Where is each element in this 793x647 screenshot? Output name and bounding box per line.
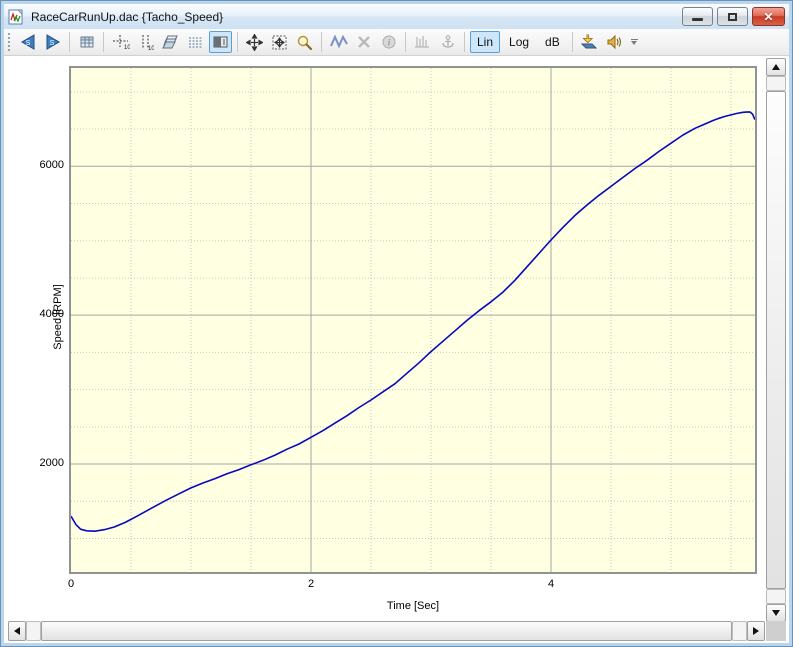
vertical-scroll-thumb[interactable] bbox=[766, 91, 786, 589]
toolbar-separator bbox=[103, 32, 104, 52]
delete-cross-icon bbox=[356, 34, 372, 50]
close-icon: ✕ bbox=[763, 11, 773, 23]
toolbar: S S 10 bbox=[4, 29, 789, 56]
wave-icon bbox=[330, 34, 348, 50]
waveform-document-icon bbox=[8, 9, 25, 25]
scroll-left-button[interactable] bbox=[8, 621, 26, 641]
scroll-down-button[interactable] bbox=[766, 604, 786, 622]
zoom-window-button[interactable] bbox=[268, 31, 291, 53]
x-axis-label: Time [Sec] bbox=[69, 600, 757, 612]
info-icon: i bbox=[381, 34, 397, 50]
toolbar-overflow-button[interactable] bbox=[631, 39, 638, 45]
dashed-lines-icon bbox=[188, 34, 204, 50]
x-tick-label: 0 bbox=[56, 578, 86, 590]
x-tick-label: 2 bbox=[296, 578, 326, 590]
toolbar-separator bbox=[321, 32, 322, 52]
y-tick-label: 6000 bbox=[16, 159, 64, 171]
horizontal-cursor-button[interactable]: 10 bbox=[109, 31, 132, 53]
play-forward-s-icon: S bbox=[44, 34, 62, 50]
log-scale-button[interactable]: Log bbox=[502, 31, 536, 53]
zoom-full-button[interactable] bbox=[243, 31, 266, 53]
anchor-icon bbox=[440, 34, 456, 50]
scroll-right-button[interactable] bbox=[747, 621, 765, 641]
info-button[interactable]: i bbox=[377, 31, 400, 53]
toolbar-separator bbox=[572, 32, 573, 52]
scroll-track[interactable] bbox=[766, 589, 786, 604]
invert-background-button[interactable] bbox=[209, 31, 232, 53]
play-forward-button[interactable]: S bbox=[41, 31, 64, 53]
horizontal-scroll-thumb[interactable] bbox=[41, 621, 732, 641]
app-window: RaceCarRunUp.dac {Tacho_Speed} ✕ S S bbox=[0, 0, 793, 647]
toolbar-separator bbox=[405, 32, 406, 52]
arrow-left-icon bbox=[14, 627, 20, 635]
play-sound-button[interactable] bbox=[603, 31, 626, 53]
y-tick-label: 2000 bbox=[16, 457, 64, 469]
zoom-box-icon bbox=[271, 34, 288, 51]
toolbar-separator bbox=[464, 32, 465, 52]
restore-icon bbox=[728, 13, 737, 21]
toolbar-separator bbox=[69, 32, 70, 52]
expand-arrows-icon bbox=[246, 34, 263, 51]
scroll-track[interactable] bbox=[732, 621, 747, 641]
overlay-layers-icon bbox=[162, 34, 179, 50]
restore-button[interactable] bbox=[717, 7, 748, 26]
plot-area[interactable] bbox=[69, 66, 757, 574]
window-title: RaceCarRunUp.dac {Tacho_Speed} bbox=[31, 10, 682, 24]
data-table-icon bbox=[79, 34, 95, 50]
chart-client-area: Speed [RPM] 200040006000 024 Time [Sec] bbox=[4, 56, 789, 643]
y-tick-label: 4000 bbox=[16, 308, 64, 320]
play-backward-s-icon: S bbox=[19, 34, 37, 50]
scroll-up-button[interactable] bbox=[766, 58, 786, 76]
magnifier-icon bbox=[296, 34, 313, 51]
scroll-track[interactable] bbox=[26, 621, 41, 641]
title-bar: RaceCarRunUp.dac {Tacho_Speed} ✕ bbox=[4, 4, 789, 29]
dashed-display-button[interactable] bbox=[184, 31, 207, 53]
toolbar-grip[interactable] bbox=[7, 33, 12, 51]
crosshair-cursor-10-icon: 10 bbox=[112, 34, 130, 51]
arrow-down-icon bbox=[772, 610, 780, 616]
output-device-icon bbox=[580, 34, 598, 50]
vertical-scrollbar[interactable] bbox=[766, 58, 786, 622]
toolbar-overflow-icon bbox=[631, 39, 638, 40]
anchor-button[interactable] bbox=[436, 31, 459, 53]
scrollbar-corner bbox=[766, 621, 786, 641]
arrow-up-icon bbox=[772, 64, 780, 70]
zoom-button[interactable] bbox=[293, 31, 316, 53]
peaks-button[interactable] bbox=[411, 31, 434, 53]
split-panel-icon bbox=[212, 34, 229, 50]
vertical-cursor-button[interactable]: 10 bbox=[134, 31, 157, 53]
toolbar-separator bbox=[237, 32, 238, 52]
svg-text:10: 10 bbox=[124, 45, 130, 51]
minimize-icon bbox=[692, 18, 703, 21]
speaker-icon bbox=[606, 34, 623, 50]
minimize-button[interactable] bbox=[682, 7, 713, 26]
vertical-cursors-10-icon: 10 bbox=[138, 34, 154, 51]
lin-scale-button[interactable]: Lin bbox=[470, 31, 500, 53]
comb-icon bbox=[414, 34, 431, 50]
svg-text:10: 10 bbox=[148, 46, 154, 51]
output-device-button[interactable] bbox=[578, 31, 601, 53]
horizontal-scrollbar[interactable] bbox=[8, 621, 765, 641]
db-scale-button[interactable]: dB bbox=[538, 31, 567, 53]
x-tick-label: 4 bbox=[536, 578, 566, 590]
scroll-track[interactable] bbox=[766, 76, 786, 91]
data-table-button[interactable] bbox=[75, 31, 98, 53]
delete-button[interactable] bbox=[352, 31, 375, 53]
svg-text:S: S bbox=[25, 40, 30, 47]
overlay-curves-button[interactable] bbox=[159, 31, 182, 53]
interpolation-button[interactable] bbox=[327, 31, 350, 53]
svg-text:S: S bbox=[49, 40, 54, 47]
play-backward-button[interactable]: S bbox=[16, 31, 39, 53]
arrow-right-icon bbox=[753, 627, 759, 635]
close-button[interactable]: ✕ bbox=[752, 7, 785, 26]
